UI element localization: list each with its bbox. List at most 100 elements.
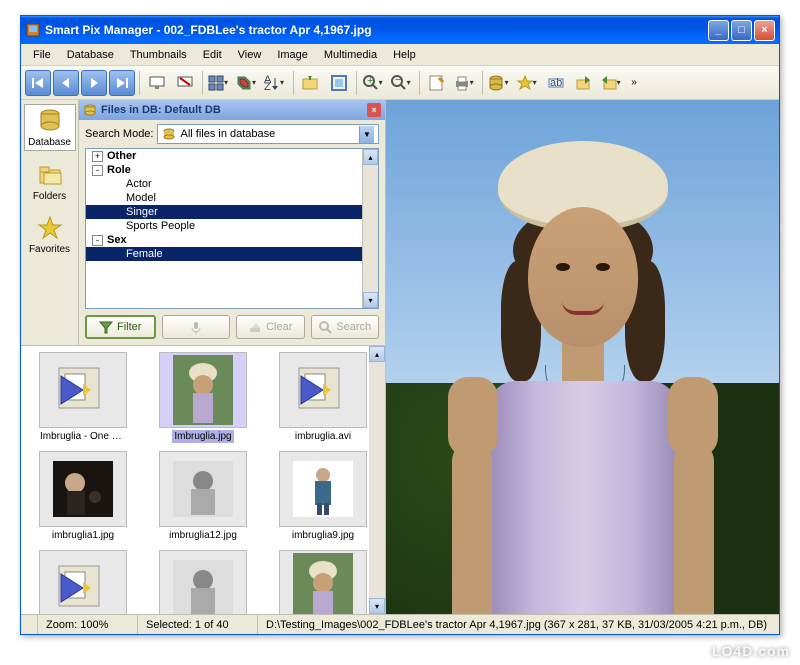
sort-button[interactable]: AZ▾ <box>263 70 289 96</box>
favorite-button[interactable]: ▾ <box>515 70 541 96</box>
tree-node[interactable]: Sports People <box>86 219 378 233</box>
tree-node[interactable]: Female <box>86 247 378 261</box>
menu-database[interactable]: Database <box>59 47 122 63</box>
print-button[interactable]: ▾ <box>452 70 478 96</box>
thumbnail-image <box>39 451 127 527</box>
thumbnail-image <box>39 352 127 428</box>
tree-node-label: Sex <box>107 234 127 246</box>
export-button[interactable] <box>571 70 597 96</box>
collapse-icon[interactable]: - <box>92 165 103 176</box>
expand-icon[interactable]: + <box>92 151 103 162</box>
svg-text:ab: ab <box>550 77 562 89</box>
thumbs-scrollbar[interactable]: ▴ ▾ <box>369 346 385 614</box>
zoom-out-button[interactable]: −▾ <box>389 70 415 96</box>
titlebar[interactable]: Smart Pix Manager - 002_FDBLee's tractor… <box>21 16 779 44</box>
preview-image <box>386 100 779 614</box>
category-tree[interactable]: +Other-RoleActorModelSingerSports People… <box>85 148 379 309</box>
tree-node[interactable]: +Other <box>86 149 378 163</box>
filter-button[interactable]: Filter <box>85 315 156 339</box>
tree-scrollbar[interactable]: ▴ ▾ <box>362 149 378 308</box>
thumbnail-image <box>279 352 367 428</box>
menu-edit[interactable]: Edit <box>195 47 230 63</box>
status-zoom: Zoom: 100% <box>38 615 138 634</box>
svg-text:Z: Z <box>264 81 271 91</box>
collapse-icon[interactable]: - <box>92 235 103 246</box>
scroll-up-icon[interactable]: ▴ <box>363 149 378 165</box>
menu-view[interactable]: View <box>230 47 270 63</box>
fullscreen-button[interactable] <box>326 70 352 96</box>
database-add-button[interactable]: ▾ <box>487 70 513 96</box>
thumbnail-image <box>279 451 367 527</box>
tree-node[interactable]: Singer <box>86 205 378 219</box>
thumbnail-label: Imbruglia.jpg <box>172 430 233 443</box>
left-column: Database Folders Favorites <box>21 100 386 614</box>
sidebar-item-database[interactable]: Database <box>24 104 76 151</box>
edit-button[interactable] <box>424 70 450 96</box>
thumbnail[interactable] <box>265 548 381 614</box>
svg-text:−: − <box>395 74 401 86</box>
tree-node[interactable]: -Role <box>86 163 378 177</box>
nav-last-button[interactable] <box>109 70 135 96</box>
menu-image[interactable]: Image <box>269 47 316 63</box>
scroll-up-icon[interactable]: ▴ <box>369 346 385 362</box>
search-mode-label: Search Mode: <box>85 128 153 140</box>
search-button[interactable]: Search <box>311 315 380 339</box>
clear-button[interactable]: Clear <box>236 315 305 339</box>
tag-button[interactable]: ▾ <box>235 70 261 96</box>
slideshow-stop-button[interactable] <box>172 70 198 96</box>
thumbnail-label: Imbruglia - One M... <box>38 430 128 443</box>
thumbnail-grid[interactable]: ▴ ▾ Imbruglia - One M... Imbruglia.jpg imb… <box>21 345 385 614</box>
thumbnail[interactable] <box>25 548 141 614</box>
view-mode-button[interactable]: ▾ <box>207 70 233 96</box>
nav-prev-button[interactable] <box>53 70 79 96</box>
folder-icon <box>36 161 64 189</box>
maximize-button[interactable]: □ <box>731 20 752 41</box>
thumbnail-image <box>159 550 247 614</box>
menu-help[interactable]: Help <box>385 47 424 63</box>
slideshow-button[interactable] <box>144 70 170 96</box>
tree-node[interactable]: Model <box>86 191 378 205</box>
tree-node-label: Role <box>107 164 131 176</box>
sidebar-item-favorites[interactable]: Favorites <box>24 212 76 257</box>
nav-next-button[interactable] <box>81 70 107 96</box>
search-mode-select[interactable]: All files in database ▼ <box>157 124 379 144</box>
status-record-icon <box>21 615 38 634</box>
menu-multimedia[interactable]: Multimedia <box>316 47 385 63</box>
open-folder-button[interactable] <box>298 70 324 96</box>
close-button[interactable]: × <box>754 20 775 41</box>
toolbar-overflow-button[interactable]: » <box>627 70 641 96</box>
thumbnail-image <box>279 550 367 614</box>
import-button[interactable]: ▾ <box>599 70 625 96</box>
menu-file[interactable]: File <box>25 47 59 63</box>
watermark: LO4D.com <box>712 643 790 659</box>
filter-panel-header: Files in DB: Default DB × <box>79 100 385 120</box>
thumbnail[interactable]: imbruglia9.jpg <box>265 449 381 544</box>
thumbnail[interactable] <box>145 548 261 614</box>
minimize-button[interactable]: _ <box>708 20 729 41</box>
toolbar: ▾ ▾ AZ▾ +▾ −▾ ▾ ▾ ▾ ab ▾ » <box>21 66 779 100</box>
scroll-down-icon[interactable]: ▾ <box>363 292 378 308</box>
thumbnail[interactable]: imbruglia12.jpg <box>145 449 261 544</box>
status-selected: Selected: 1 of 40 <box>138 615 258 634</box>
thumbnail[interactable]: imbruglia.avi <box>265 350 381 445</box>
sidebar-item-folders[interactable]: Folders <box>24 159 76 204</box>
nav-first-button[interactable] <box>25 70 51 96</box>
menu-thumbnails[interactable]: Thumbnails <box>122 47 195 63</box>
thumbnail-image <box>39 550 127 614</box>
svg-text:+: + <box>367 75 373 87</box>
thumbnail[interactable]: Imbruglia.jpg <box>145 350 261 445</box>
database-icon <box>36 107 64 135</box>
thumbnail[interactable]: Imbruglia - One M... <box>25 350 141 445</box>
scroll-down-icon[interactable]: ▾ <box>369 598 385 614</box>
rename-button[interactable]: ab <box>543 70 569 96</box>
main-area: Database Folders Favorites <box>21 100 779 614</box>
mic-button[interactable] <box>162 315 231 339</box>
thumbnail-label: imbruglia1.jpg <box>50 529 116 542</box>
zoom-in-button[interactable]: +▾ <box>361 70 387 96</box>
status-path: D:\Testing_Images\002_FDBLee's tractor A… <box>258 615 779 634</box>
tree-node[interactable]: -Sex <box>86 233 378 247</box>
filter-panel-close-button[interactable]: × <box>367 103 381 117</box>
tree-node[interactable]: Actor <box>86 177 378 191</box>
thumbnail[interactable]: imbruglia1.jpg <box>25 449 141 544</box>
preview-pane[interactable] <box>386 100 779 614</box>
